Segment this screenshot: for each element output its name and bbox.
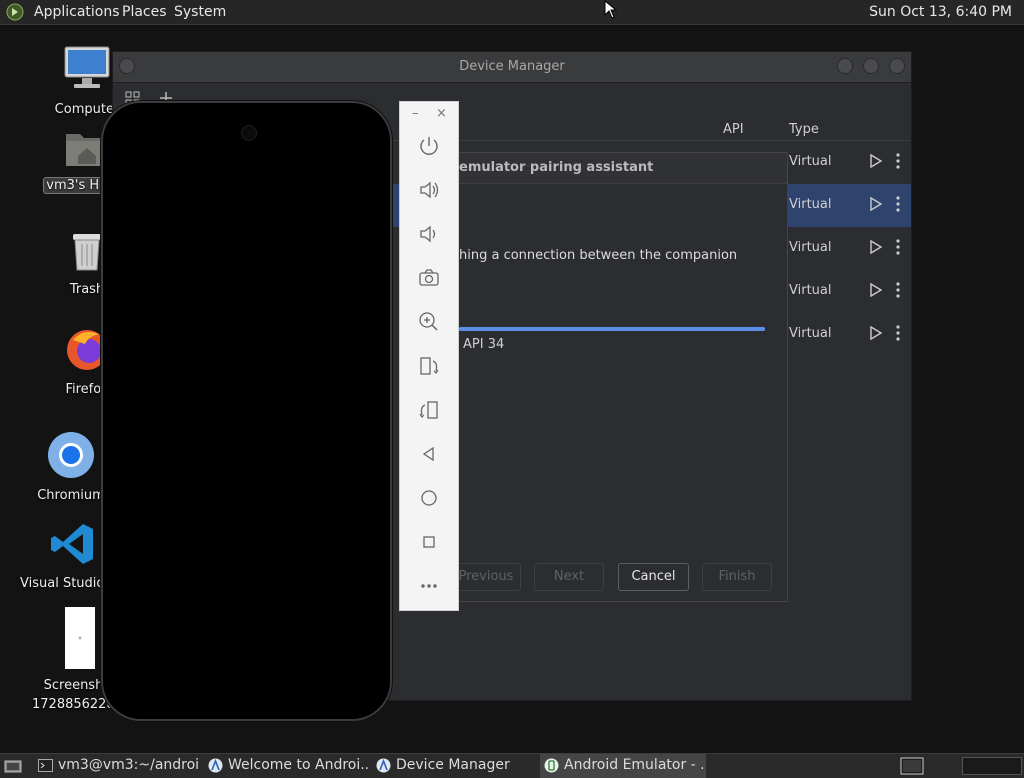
emulator-side-toolbar: – × [399,101,459,611]
window-title: Device Manager [459,59,565,74]
show-desktop-icon[interactable] [4,758,22,774]
emulator-icon [544,758,559,773]
emulator-phone-screen[interactable] [101,101,392,721]
previous-button[interactable]: Previous [451,563,521,591]
pairing-progress-bar [459,327,765,331]
volume-up-icon [420,181,439,199]
pairing-device-api: API 34 [463,337,505,352]
minimize-button[interactable] [837,58,853,74]
android-studio-icon [208,758,223,773]
back-icon [422,446,434,462]
more-horizontal-icon [421,584,437,588]
device-type: Virtual [789,197,832,212]
zoom-icon [419,312,438,331]
taskbar-item-welcome[interactable]: Welcome to Androi... [204,754,368,778]
pairing-assistant-dialog[interactable]: emulator pairing assistant hing a connec… [440,152,788,602]
next-button[interactable]: Next [534,563,604,591]
volume-down-button[interactable] [414,219,444,249]
workspace-2[interactable] [962,757,1022,775]
taskbar-item-label: Welcome to Androi... [228,757,368,773]
screenshot-file-icon [65,607,95,669]
rotate-right-button[interactable] [414,395,444,425]
emulator-close-button[interactable]: × [436,106,447,121]
taskbar-item-terminal[interactable]: vm3@vm3:~/androi... [34,754,200,778]
dialog-titlebar[interactable]: emulator pairing assistant [441,153,787,184]
power-icon [420,137,438,155]
launch-play-icon[interactable] [869,239,883,255]
taskbar-item-label: Android Emulator - ... [564,757,706,773]
overview-square-icon [423,536,435,548]
more-vertical-icon[interactable] [895,195,901,213]
taskbar-item-emulator[interactable]: Android Emulator - ... [540,754,706,778]
device-type: Virtual [789,283,832,298]
emulator-minimize-button[interactable]: – [412,106,419,121]
applications-menu[interactable]: Applications [34,4,120,20]
back-button[interactable] [414,439,444,469]
more-options-button[interactable] [414,571,444,601]
terminal-icon [38,759,53,772]
front-camera [241,125,257,141]
mouse-pointer-icon [604,0,618,19]
rotate-left-icon [420,357,439,375]
taskbar-item-device-manager[interactable]: Device Manager [372,754,536,778]
computer-icon [64,46,110,88]
cancel-button[interactable]: Cancel [618,563,689,591]
type-column-header[interactable]: Type [789,122,819,137]
system-menu[interactable]: System [174,4,226,20]
launch-play-icon[interactable] [869,196,883,212]
overview-button[interactable] [414,527,444,557]
taskbar-item-label: vm3@vm3:~/androi... [58,757,200,773]
volume-down-icon [420,225,436,243]
workspace-switcher-icon[interactable] [900,757,924,775]
taskbar-item-label: Device Manager [396,757,510,773]
bottom-taskbar: vm3@vm3:~/androi... Welcome to Androi...… [0,753,1024,778]
power-button[interactable] [414,131,444,161]
camera-icon [419,269,439,286]
more-vertical-icon[interactable] [895,324,901,342]
screenshot-button[interactable] [414,263,444,293]
mate-logo-icon[interactable] [6,3,24,21]
more-vertical-icon[interactable] [895,152,901,170]
more-vertical-icon[interactable] [895,238,901,256]
home-circle-icon [421,490,437,506]
rotate-right-icon [419,401,438,419]
launch-play-icon[interactable] [869,153,883,169]
launch-play-icon[interactable] [869,325,883,341]
device-type: Virtual [789,240,832,255]
zoom-button[interactable] [414,307,444,337]
chromium-icon [48,432,94,478]
launch-play-icon[interactable] [869,282,883,298]
maximize-button[interactable] [863,58,879,74]
top-panel: Applications Places System Sun Oct 13, 6… [0,0,1024,25]
more-vertical-icon[interactable] [895,281,901,299]
home-button[interactable] [414,483,444,513]
pairing-description: hing a connection between the companion [459,248,738,263]
dialog-title: emulator pairing assistant [459,160,654,175]
panel-clock[interactable]: Sun Oct 13, 6:40 PM [869,4,1012,20]
volume-up-button[interactable] [414,175,444,205]
vscode-icon [51,524,93,564]
window-titlebar[interactable]: Device Manager [113,52,911,83]
android-studio-icon [376,758,391,773]
rotate-left-button[interactable] [414,351,444,381]
finish-button[interactable]: Finish [702,563,772,591]
api-column-header[interactable]: API [723,122,744,137]
device-type: Virtual [789,326,832,341]
places-menu[interactable]: Places [122,4,167,20]
device-type: Virtual [789,154,832,169]
progress-fill [459,327,765,331]
close-button[interactable] [889,58,905,74]
desktop-icon-label: Chromium [37,488,105,503]
